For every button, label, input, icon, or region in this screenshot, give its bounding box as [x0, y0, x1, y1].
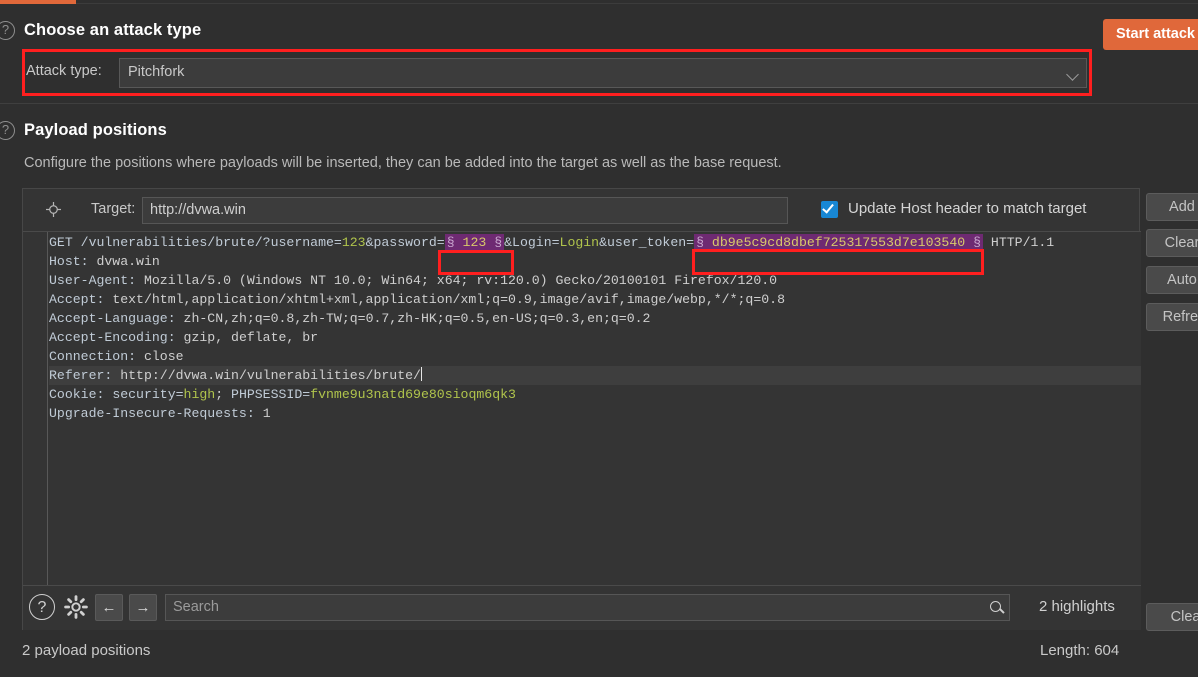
request-token: Mozilla/5.0 (Windows NT 10.0; Win64; x64…	[143, 273, 778, 288]
line-number-gutter	[23, 232, 48, 585]
request-token: close	[143, 349, 184, 364]
clear-positions-button[interactable]: Clear §	[1146, 229, 1198, 257]
crosshair-icon	[46, 202, 61, 217]
request-token: Host:	[49, 254, 97, 269]
auto-positions-button[interactable]: Auto §	[1146, 266, 1198, 294]
request-line: Upgrade-Insecure-Requests: 1	[49, 404, 271, 423]
editor-toolbar: ? ← → Search 2 highlights	[23, 585, 1141, 630]
attack-type-select[interactable]: Pitchfork	[119, 58, 1087, 88]
burp-intruder-positions-panel: ? Choose an attack type Attack type: Pit…	[0, 0, 1198, 677]
clear-search-button[interactable]: Clear	[1146, 603, 1198, 631]
request-token: high	[183, 387, 216, 402]
question-mark-icon[interactable]: ?	[0, 121, 15, 140]
line-number: 12	[23, 430, 1141, 448]
request-line: User-Agent: Mozilla/5.0 (Windows NT 10.0…	[49, 271, 777, 290]
payload-positions-title: Payload positions	[24, 121, 167, 139]
request-token: fvnme9u3natd69e80sioqm6qk3	[310, 387, 516, 402]
request-line: Accept-Encoding: gzip, deflate, br	[49, 328, 318, 347]
request-token: Cookie:	[49, 387, 113, 402]
request-token: zh-CN,zh;q=0.8,zh-TW;q=0.7,zh-HK;q=0.5,e…	[183, 311, 651, 326]
highlight-count: 2 highlights	[1039, 598, 1115, 615]
target-input[interactable]: http://dvwa.win	[142, 197, 788, 224]
target-label: Target:	[91, 201, 136, 217]
request-token: gzip, deflate, br	[183, 330, 319, 345]
request-token: text/html,application/xhtml+xml,applicat…	[112, 292, 785, 307]
payload-position-marker: § 123 §	[444, 234, 505, 251]
request-line: Accept: text/html,application/xhtml+xml,…	[49, 290, 785, 309]
refresh-button[interactable]: Refresh	[1146, 303, 1198, 331]
request-token: Connection:	[49, 349, 144, 364]
request-token: Accept-Language:	[49, 311, 184, 326]
request-token: HTTP/1.1	[983, 235, 1055, 250]
request-token: Referer:	[49, 368, 121, 383]
request-line: Connection: close	[49, 347, 184, 366]
request-token: &Login=	[504, 235, 560, 250]
request-line: Accept-Language: zh-CN,zh;q=0.8,zh-TW;q=…	[49, 309, 650, 328]
attack-type-selected-value: Pitchfork	[128, 64, 185, 80]
request-editor-panel: Target: http://dvwa.win Update Host head…	[22, 188, 1141, 630]
check-icon	[822, 201, 834, 214]
update-host-header-checkbox[interactable]	[821, 201, 838, 218]
line-number: 2	[23, 250, 1141, 268]
question-mark-icon[interactable]: ?	[0, 21, 15, 40]
request-line: Referer: http://dvwa.win/vulnerabilities…	[49, 366, 422, 385]
payload-positions-description: Configure the positions where payloads w…	[24, 155, 782, 171]
search-input[interactable]: Search	[165, 594, 1010, 621]
chevron-down-icon	[1066, 68, 1079, 81]
arrow-left-icon[interactable]: ←	[95, 594, 123, 621]
request-line: Host: dvwa.win	[49, 252, 160, 271]
request-code-area[interactable]: 123456789101112 GET /vulnerabilities/bru…	[23, 232, 1141, 585]
request-token: Upgrade-Insecure-Requests:	[49, 406, 263, 421]
attack-type-section-title: Choose an attack type	[24, 21, 202, 39]
gear-icon[interactable]	[63, 594, 89, 620]
target-row: Target: http://dvwa.win Update Host head…	[23, 189, 1141, 232]
request-token: &password=	[365, 235, 445, 250]
attack-type-section: ? Choose an attack type Attack type: Pit…	[0, 4, 1198, 102]
request-token: GET /vulnerabilities/brute/?username=	[49, 235, 342, 250]
request-token: &user_token=	[599, 235, 695, 250]
request-token: 123	[341, 235, 366, 250]
magnifier-icon[interactable]	[990, 601, 1001, 612]
request-token: User-Agent:	[49, 273, 144, 288]
request-token: security=	[112, 387, 184, 402]
request-line: GET /vulnerabilities/brute/?username=123…	[49, 233, 1054, 252]
add-position-button[interactable]: Add §	[1146, 193, 1198, 221]
request-length: Length: 604	[1040, 642, 1120, 659]
request-token: PHPSESSID=	[231, 387, 311, 402]
request-token: 1	[262, 406, 271, 421]
request-line: Cookie: security=high; PHPSESSID=fvnme9u…	[49, 385, 516, 404]
start-attack-button[interactable]: Start attack	[1103, 19, 1198, 50]
payload-positions-count: 2 payload positions	[22, 642, 151, 659]
request-token: Login	[559, 235, 600, 250]
text-caret	[420, 367, 422, 381]
update-host-header-label: Update Host header to match target	[848, 200, 1087, 217]
request-token: dvwa.win	[96, 254, 160, 269]
search-placeholder: Search	[173, 599, 219, 615]
attack-type-label: Attack type:	[26, 63, 102, 79]
request-token: ;	[215, 387, 232, 402]
request-token: http://dvwa.win/vulnerabilities/brute/	[120, 368, 421, 383]
arrow-right-icon[interactable]: →	[129, 594, 157, 621]
request-token: Accept-Encoding:	[49, 330, 184, 345]
question-mark-icon[interactable]: ?	[29, 594, 55, 620]
payload-position-marker: § db9e5c9cd8dbef725317553d7e103540 §	[694, 234, 983, 251]
request-token: Accept:	[49, 292, 113, 307]
